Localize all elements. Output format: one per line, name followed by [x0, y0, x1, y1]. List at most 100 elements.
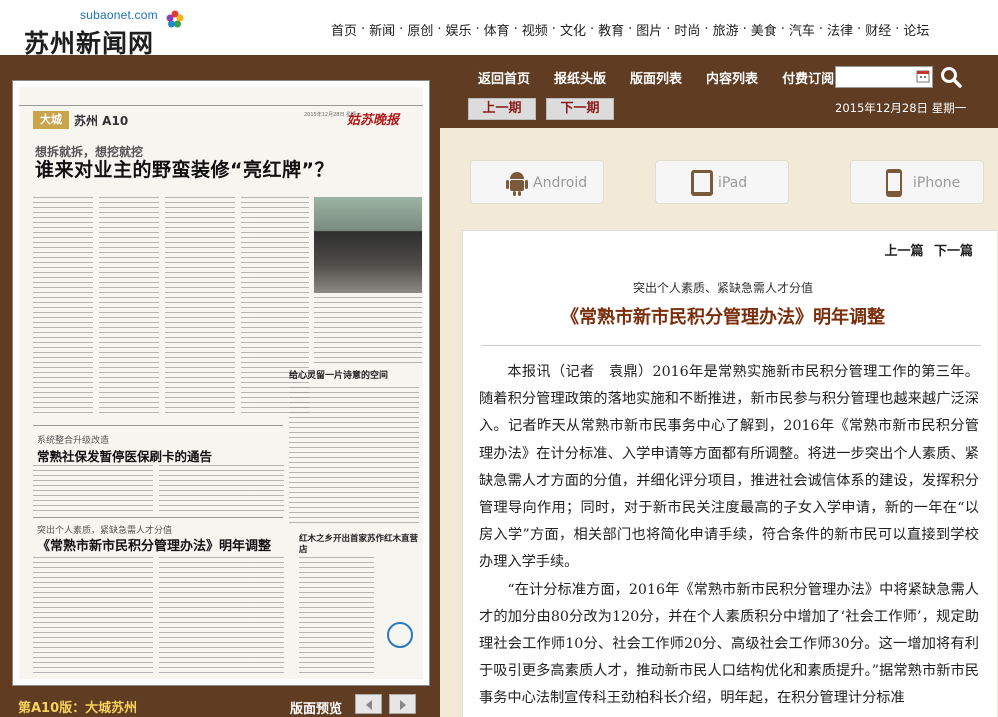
logo-flower-icon [166, 10, 184, 28]
text-column [33, 197, 93, 417]
top-nav-link[interactable]: 时尚 [674, 20, 700, 39]
top-nav-item: 教育 · [598, 20, 636, 39]
top-nav-item: 首页 · [331, 20, 369, 39]
top-nav-item: 文化 · [560, 20, 598, 39]
nav-separator: · [895, 22, 900, 37]
top-nav-item: 论坛 [903, 20, 929, 39]
top-nav-link[interactable]: 汽车 [789, 20, 815, 39]
next-article-link[interactable]: 下一篇 [934, 244, 973, 259]
android-icon [506, 172, 528, 196]
logo-domain: subaonet.com [80, 8, 158, 22]
text-column [159, 557, 284, 675]
edition-name: 苏州 A10 [74, 114, 129, 128]
top-nav-item: 图片 · [636, 20, 674, 39]
nav-separator: · [704, 22, 709, 37]
nav-home[interactable]: 返回首页 [478, 68, 530, 87]
iphone-label: iPhone [913, 175, 961, 191]
top-nav-item: 美食 · [751, 20, 789, 39]
nav-front-page[interactable]: 报纸头版 [554, 68, 606, 87]
top-nav-link[interactable]: 体育 [484, 20, 510, 39]
top-nav-item: 法律 · [827, 20, 865, 39]
text-column [159, 465, 284, 515]
top-nav-link[interactable]: 论坛 [903, 20, 929, 39]
top-nav-item: 视频 · [522, 20, 560, 39]
nav-page-list[interactable]: 版面列表 [630, 68, 682, 87]
nav-separator: · [666, 22, 671, 37]
top-nav-link[interactable]: 新闻 [369, 20, 395, 39]
top-nav-link[interactable]: 财经 [865, 20, 891, 39]
top-nav-link[interactable]: 图片 [636, 20, 662, 39]
top-nav-link[interactable]: 原创 [407, 20, 433, 39]
story3-title[interactable]: 《常熟市新市民积分管理办法》明年调整 [37, 535, 271, 554]
story4-title[interactable]: 红木之乡开出首家苏作红木直营店 [299, 534, 423, 556]
top-nav-link[interactable]: 美食 [751, 20, 777, 39]
text-column [241, 197, 309, 417]
paper-logo: 姑苏晚报 [347, 113, 400, 128]
story2-kicker[interactable]: 系统整合升级改造 [37, 433, 109, 446]
ipad-label: iPad [718, 175, 748, 191]
top-nav: 首页 · 新闻 · 原创 · 娱乐 · 体育 · 视频 · 文化 · 教育 · 图片 · 时尚 · 旅游 · 美食 · 汽车 · 法… [331, 20, 929, 39]
iphone-app-button[interactable]: iPhone [850, 160, 984, 204]
article-paragraph: 本报讯（记者 袁鼎）2016年是常熟实施新市民积分管理工作的第三年。随着积分管理… [479, 364, 979, 571]
arrow-right-icon [400, 700, 406, 710]
news-photo[interactable] [314, 197, 422, 293]
top-nav-item: 体育 · [484, 20, 522, 39]
page-header-rule [19, 105, 423, 106]
article-paragraph: “在计分标准方面，2016年《常熟市新市民积分管理办法》中将紧缺急需人才的加分由… [479, 581, 979, 707]
right-panel: Android iPad iPhone 上一篇 下一篇 突出个人素质、紧缺急需人… [440, 128, 998, 717]
top-nav-item: 旅游 · [713, 20, 751, 39]
edition-tag: 大城 [33, 111, 69, 129]
previous-issue-button[interactable]: 上一期 [468, 98, 536, 120]
search-icon[interactable] [940, 66, 962, 88]
lead-headline[interactable]: 谁来对业主的野蛮装修“亮红牌”？ [35, 155, 334, 182]
top-nav-item: 娱乐 · [445, 20, 483, 39]
text-column [165, 197, 235, 417]
article-panel: 上一篇 下一篇 突出个人素质、紧缺急需人才分值 《常熟市新市民积分管理办法》明年… [462, 230, 997, 717]
nav-separator: · [589, 22, 595, 37]
nav-subscribe[interactable]: 付费订阅 [782, 68, 834, 87]
text-column [33, 557, 153, 675]
top-nav-item: 汽车 · [789, 20, 827, 39]
top-nav-link[interactable]: 娱乐 [445, 20, 471, 39]
story2-title[interactable]: 常熟社保发暂停医保刷卡的通告 [37, 446, 212, 465]
top-nav-item: 时尚 · [674, 20, 712, 39]
article-subtitle: 突出个人素质、紧缺急需人才分值 [632, 281, 813, 295]
arrow-left-icon [366, 700, 372, 710]
prev-article-link[interactable]: 上一篇 [884, 244, 923, 259]
top-nav-link[interactable]: 教育 [598, 20, 624, 39]
nav-separator: · [628, 22, 633, 37]
top-nav-link[interactable]: 视频 [522, 20, 548, 39]
site-logo[interactable]: subaonet.com 苏州新闻网 [18, 6, 188, 58]
nav-separator: · [780, 22, 785, 37]
nav-content-list[interactable]: 内容列表 [706, 68, 758, 87]
page-preview-label: 版面预览 [290, 702, 343, 717]
top-nav-link[interactable]: 法律 [827, 20, 853, 39]
edition-label: 第A10版：大城苏州 [18, 701, 138, 716]
top-nav-link[interactable]: 旅游 [713, 20, 739, 39]
site-header: subaonet.com 苏州新闻网 首页 · 新闻 · 原创 · 娱乐 · 体育 · 视频 · 文化 ·… [0, 0, 998, 58]
previous-page-button[interactable] [355, 694, 382, 714]
issue-date: 2015年12月28日 星期一 [835, 101, 967, 115]
nav-separator: · [437, 22, 442, 37]
article-rule [481, 345, 981, 346]
top-nav-link[interactable]: 首页 [331, 20, 357, 39]
android-label: Android [533, 175, 588, 191]
next-issue-button[interactable]: 下一期 [546, 98, 614, 120]
section-rule [33, 517, 283, 518]
android-app-button[interactable]: Android [470, 160, 604, 204]
next-page-button[interactable] [389, 694, 416, 714]
article-body: 本报讯（记者 袁鼎）2016年是常熟实施新市民积分管理工作的第三年。随着积分管理… [479, 359, 979, 713]
text-column [33, 465, 153, 515]
text-column [99, 197, 159, 417]
side-story-title[interactable]: 给心灵留一片诗意的空间 [289, 370, 388, 382]
section-rule [33, 425, 283, 426]
newspaper-page-image[interactable]: 大城 苏州 A10 2015年12月28日 星期一 姑苏晚报 想拆就拆，想挖就挖… [19, 87, 423, 679]
top-nav-link[interactable]: 文化 [560, 20, 586, 39]
text-column [314, 297, 422, 367]
top-nav-item: 新闻 · [369, 20, 407, 39]
ipad-icon [691, 170, 713, 196]
advertiser-logo-icon [387, 622, 413, 648]
ipad-app-button[interactable]: iPad [655, 160, 789, 204]
calendar-icon[interactable] [916, 69, 930, 83]
nav-separator: · [818, 22, 824, 37]
